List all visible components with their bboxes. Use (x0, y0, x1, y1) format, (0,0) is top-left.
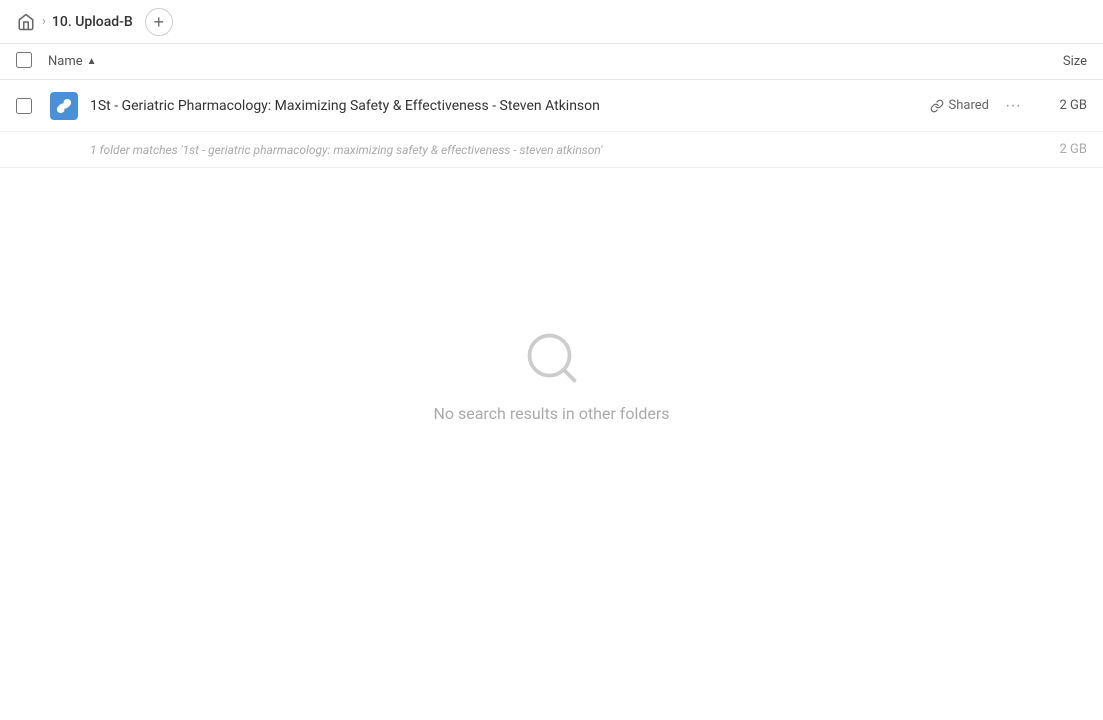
file-checkbox-col[interactable] (16, 98, 48, 114)
shared-label: Shared (949, 98, 989, 113)
file-size: 2 GB (1037, 98, 1087, 113)
no-results-icon (522, 328, 582, 388)
home-icon[interactable] (16, 12, 36, 32)
select-all-checkbox-col[interactable] (16, 52, 48, 72)
name-column-label: Name (48, 54, 83, 69)
empty-state-message: No search results in other folders (433, 404, 669, 423)
header-bar: › 10. Upload-B + (0, 0, 1103, 44)
file-row[interactable]: 1St - Geriatric Pharmacology: Maximizing… (0, 80, 1103, 132)
shared-badge: Shared (930, 98, 989, 113)
match-size: 2 GB (1037, 142, 1087, 157)
link-icon (930, 99, 944, 113)
add-button[interactable]: + (145, 8, 173, 36)
size-column-header: Size (1007, 54, 1087, 69)
breadcrumb-separator: › (42, 14, 46, 29)
match-text: 1 folder matches '1st - geriatric pharma… (90, 143, 1037, 157)
match-row: 1 folder matches '1st - geriatric pharma… (0, 132, 1103, 168)
file-icon-wrapper (48, 90, 80, 122)
column-header-row: Name ▲ Size (0, 44, 1103, 80)
more-icon: ··· (1005, 97, 1021, 115)
name-column-header[interactable]: Name ▲ (48, 54, 1007, 69)
more-options-button[interactable]: ··· (1001, 93, 1025, 119)
select-all-checkbox[interactable] (16, 52, 32, 68)
breadcrumb-item[interactable]: 10. Upload-B (52, 14, 133, 30)
file-checkbox[interactable] (16, 98, 32, 114)
file-name: 1St - Geriatric Pharmacology: Maximizing… (90, 98, 930, 114)
file-icon (50, 92, 78, 120)
file-row-right: Shared ··· 2 GB (930, 93, 1087, 119)
empty-state: No search results in other folders (0, 328, 1103, 423)
sort-arrow-icon: ▲ (87, 56, 97, 67)
